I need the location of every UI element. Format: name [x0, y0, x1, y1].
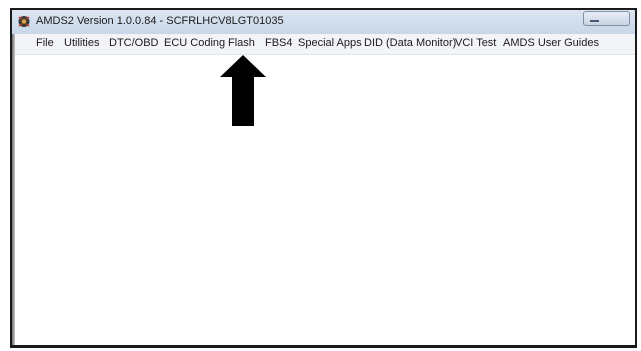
minimize-button[interactable]: [583, 11, 605, 26]
maximize-button[interactable]: [604, 11, 630, 26]
menu-file[interactable]: File: [36, 37, 54, 49]
menu-ecu-coding[interactable]: ECU Coding: [164, 37, 225, 49]
menu-flash[interactable]: Flash: [228, 37, 255, 49]
menu-utilities[interactable]: Utilities: [64, 37, 99, 49]
menu-bar: File Utilities DTC/OBD ECU Coding Flash …: [12, 34, 635, 55]
menu-special-apps[interactable]: Special Apps: [298, 37, 362, 49]
window-left-border: [12, 34, 15, 345]
menu-vci-test[interactable]: VCI Test: [455, 37, 496, 49]
window-title: AMDS2 Version 1.0.0.84 - SCFRLHCV8LGT010…: [36, 15, 284, 27]
menu-amds-user-guides[interactable]: AMDS User Guides: [503, 37, 599, 49]
application-window: AMDS2 Version 1.0.0.84 - SCFRLHCV8LGT010…: [10, 8, 637, 348]
menu-fbs4[interactable]: FBS4: [265, 37, 293, 49]
app-gear-icon: [18, 16, 30, 27]
minimize-icon: [590, 20, 599, 22]
menu-did-data-monitor[interactable]: DID (Data Monitor): [364, 37, 456, 49]
title-bar[interactable]: AMDS2 Version 1.0.0.84 - SCFRLHCV8LGT010…: [12, 10, 635, 35]
up-arrow-icon: [220, 55, 266, 126]
menu-dtc-obd[interactable]: DTC/OBD: [109, 37, 159, 49]
main-content-area: [12, 55, 635, 345]
